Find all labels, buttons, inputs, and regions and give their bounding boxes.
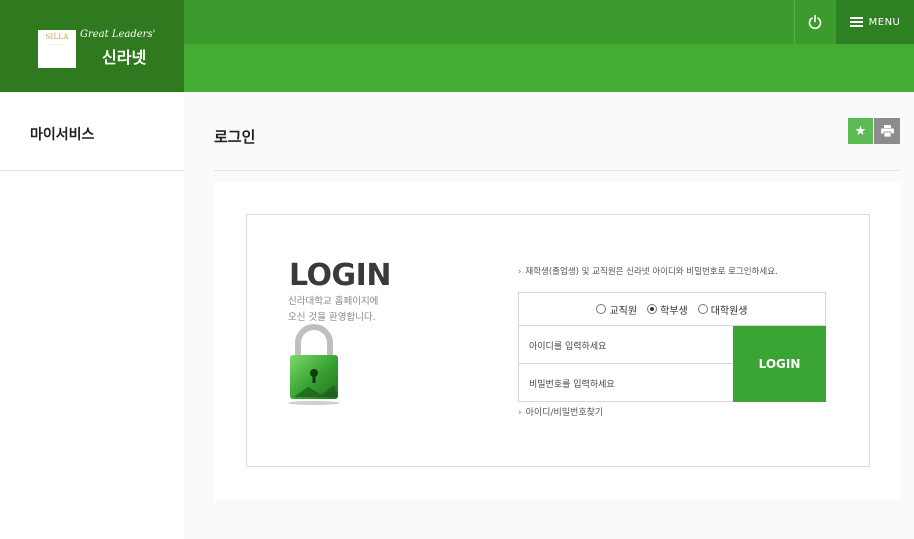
find-account-text: 아이디/비밀번호찾기: [525, 408, 604, 418]
user-type-radio-group: 교직원 학부생 대학원생: [519, 293, 825, 326]
radio-undergrad-label: 학부생: [660, 305, 688, 317]
radio-grad[interactable]: 대학원생: [697, 302, 748, 317]
radio-staff-button[interactable]: [596, 304, 607, 314]
radio-staff-label: 교직원: [609, 305, 638, 317]
id-placeholder: 아이디를 입력하세요: [529, 341, 607, 352]
title-divider: [214, 170, 900, 171]
login-notice: › 재학생(졸업생) 및 교직원은 신라넷 아이디와 비밀번호로 로그인하세요.: [518, 265, 778, 277]
login-button[interactable]: LOGIN: [733, 326, 826, 402]
sub-bar: [184, 44, 914, 92]
radio-staff[interactable]: 교직원: [596, 302, 637, 317]
find-account-link[interactable]: › 아이디/비밀번호찾기: [518, 405, 603, 418]
padlock-icon: [288, 324, 340, 405]
login-notice-text: 재학생(졸업생) 및 교직원은 신라넷 아이디와 비밀번호로 로그인하세요.: [525, 267, 778, 277]
password-placeholder: 비밀번호를 입력하세요: [529, 379, 615, 390]
star-icon: ★: [854, 123, 867, 139]
silla-logo: SILLA ————: [38, 30, 76, 68]
id-input[interactable]: 아이디를 입력하세요: [519, 327, 733, 364]
radio-undergrad[interactable]: 학부생: [647, 302, 688, 317]
logo-badge-text: SILLA: [45, 33, 69, 41]
logout-button[interactable]: [794, 0, 834, 44]
logo-block[interactable]: SILLA ———— Great Leaders' 신라넷: [0, 0, 184, 92]
sidebar-title[interactable]: 마이서비스: [30, 124, 94, 144]
password-input[interactable]: 비밀번호를 입력하세요: [519, 365, 733, 401]
login-heading: LOGIN: [289, 258, 391, 293]
radio-grad-label: 대학원생: [710, 305, 748, 317]
menu-label: MENU: [868, 16, 901, 28]
power-icon: [808, 14, 821, 30]
sidebar-divider: [0, 170, 184, 171]
find-arrow-icon: ›: [518, 408, 522, 418]
welcome-line-1: 신라대학교 홈페이지에: [288, 296, 379, 307]
print-button[interactable]: [874, 118, 900, 144]
radio-grad-button[interactable]: [697, 304, 708, 314]
hamburger-icon: [849, 17, 863, 27]
favorite-button[interactable]: ★: [848, 118, 873, 144]
logo-name: 신라넷: [102, 48, 147, 67]
welcome-text: 신라대학교 홈페이지에 오신 것을 환영합니다.: [288, 294, 418, 326]
menu-button[interactable]: MENU: [836, 0, 914, 44]
notice-arrow-icon: ›: [518, 267, 522, 277]
page-title: 로그인: [214, 128, 256, 146]
login-form: 교직원 학부생 대학원생 아이디를 입력하세요 비밀번호를 입력하세요 LOGI…: [518, 292, 826, 402]
print-icon: [880, 125, 894, 137]
logo-badge-underline: ————: [51, 42, 63, 46]
logo-tagline: Great Leaders': [80, 29, 156, 40]
radio-undergrad-button[interactable]: [647, 304, 658, 314]
